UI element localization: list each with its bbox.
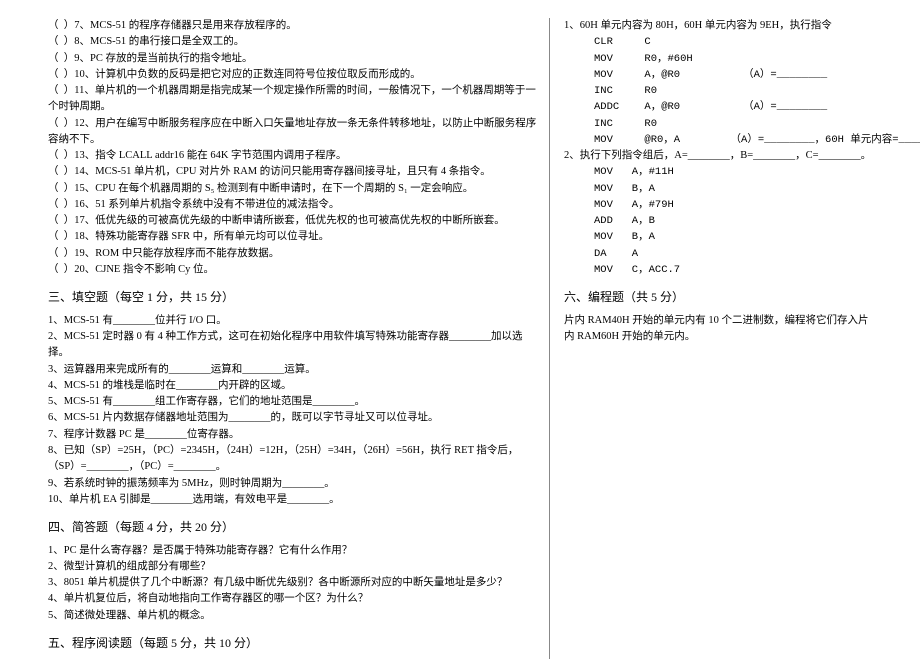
tf-item: （ ）17、低优先级的可被高优先级的中断申请所嵌套，低优先权的也可被高优先权的中…: [48, 213, 539, 229]
fill-item: 1、MCS-51 有________位并行 I/O 口。: [48, 313, 539, 329]
tf-item: （ ）9、PC 存放的是当前执行的指令地址。: [48, 51, 539, 67]
fill-item: 5、MCS-51 有________组工作寄存器，它们的地址范围是_______…: [48, 394, 539, 410]
section-3-title: 三、填空题（每空 1 分，共 15 分）: [48, 288, 539, 307]
fill-item: 6、MCS-51 片内数据存储器地址范围为________的，既可以字节寻址又可…: [48, 410, 539, 426]
tf-item: （ ）10、计算机中负数的反码是把它对应的正数连同符号位按位取反而形成的。: [48, 67, 539, 83]
program-q2-intro: 2、执行下列指令组后，A=________，B=________，C=_____…: [564, 148, 878, 164]
fill-item: 10、单片机 EA 引脚是________选用端，有效电平是________。: [48, 492, 539, 508]
code-line: MOV B，A: [594, 229, 878, 245]
fill-item: 3、运算器用来完成所有的________运算和________运算。: [48, 362, 539, 378]
tf-item: （ ）18、特殊功能寄存器 SFR 中，所有单元均可以位寻址。: [48, 229, 539, 245]
code-line: DA A: [594, 246, 878, 262]
sa-item: 4、单片机复位后，将自动地指向工作寄存器区的哪一个区？为什么？: [48, 591, 539, 607]
code-line: MOV A，#11H: [594, 164, 878, 180]
fill-item: 2、MCS-51 定时器 0 有 4 种工作方式，这可在初始化程序中用软件填写特…: [48, 329, 539, 362]
program-q1-intro: 1、60H 单元内容为 80H，60H 单元内容为 9EH，执行指令: [564, 18, 878, 34]
tf-item: （ ）7、MCS-51 的程序存储器只是用来存放程序的。: [48, 18, 539, 34]
code-line: MOV R0，#60H: [594, 51, 878, 67]
code-line: MOV A，#79H: [594, 197, 878, 213]
fill-blank-list: 1、MCS-51 有________位并行 I/O 口。 2、MCS-51 定时…: [48, 313, 539, 508]
code-line: INC R0: [594, 116, 878, 132]
left-column: （ ）7、MCS-51 的程序存储器只是用来存放程序的。 （ ）8、MCS-51…: [48, 18, 550, 659]
true-false-list: （ ）7、MCS-51 的程序存储器只是用来存放程序的。 （ ）8、MCS-51…: [48, 18, 539, 278]
tf-item: （ ）13、指令 LCALL addr16 能在 64K 字节范围内调用子程序。: [48, 148, 539, 164]
tf-item: （ ）8、MCS-51 的串行接口是全双工的。: [48, 34, 539, 50]
code-line: MOV B，A: [594, 181, 878, 197]
fill-item: 9、若系统时钟的振荡频率为 5MHz，则时钟周期为________。: [48, 476, 539, 492]
fill-item: 7、程序计数器 PC 是________位寄存器。: [48, 427, 539, 443]
tf-item: （ ）11、单片机的一个机器周期是指完成某一个规定操作所需的时间，一般情况下，一…: [48, 83, 539, 116]
tf-item: （ ）15、CPU 在每个机器周期的 S₅ 检测到有中断申请时，在下一个周期的 …: [48, 181, 539, 197]
code-line: ADD A，B: [594, 213, 878, 229]
tf-item: （ ）16、51 系列单片机指令系统中没有不带进位的减法指令。: [48, 197, 539, 213]
programming-question-text: 片内 RAM40H 开始的单元内有 10 个二进制数，编程将它们存入片内 RAM…: [564, 313, 878, 346]
section-4-title: 四、简答题（每题 4 分，共 20 分）: [48, 518, 539, 537]
code-line: INC R0: [594, 83, 878, 99]
code-line: MOV A，@R0 （A）=________: [594, 67, 878, 83]
code-line: MOV @R0，A （A）=________，60H 单元内容=________…: [594, 132, 878, 148]
code-line: MOV C，ACC.7: [594, 262, 878, 278]
fill-item: 8、已知（SP）=25H，（PC）=2345H，（24H）=12H，（25H）=…: [48, 443, 539, 476]
short-answer-list: 1、PC 是什么寄存器？是否属于特殊功能寄存器？它有什么作用？ 2、微型计算机的…: [48, 543, 539, 624]
tf-item: （ ）14、MCS-51 单片机，CPU 对片外 RAM 的访问只能用寄存器间接…: [48, 164, 539, 180]
tf-item: （ ）12、用户在编写中断服务程序应在中断入口矢量地址存放一条无条件转移地址，以…: [48, 116, 539, 149]
sa-item: 1、PC 是什么寄存器？是否属于特殊功能寄存器？它有什么作用？: [48, 543, 539, 559]
fill-item: 4、MCS-51 的堆栈是临时在________内开辟的区域。: [48, 378, 539, 394]
sa-item: 5、简述微处理器、单片机的概念。: [48, 608, 539, 624]
section-6-title: 六、编程题（共 5 分）: [564, 288, 878, 307]
right-column: 1、60H 单元内容为 80H，60H 单元内容为 9EH，执行指令 CLR C…: [550, 18, 890, 659]
code-line: CLR C: [594, 34, 878, 50]
sa-item: 2、微型计算机的组成部分有哪些？: [48, 559, 539, 575]
program-q2-code: MOV A，#11H MOV B，A MOV A，#79H ADD A，B MO…: [594, 164, 878, 278]
code-line: ADDC A，@R0 （A）=________: [594, 99, 878, 115]
tf-item: （ ）19、ROM 中只能存放程序而不能存放数据。: [48, 246, 539, 262]
sa-item: 3、8051 单片机提供了几个中断源？有几级中断优先级别？各中断源所对应的中断矢…: [48, 575, 539, 591]
program-q1-code: CLR C MOV R0，#60H MOV A，@R0 （A）=________…: [594, 34, 878, 148]
tf-item: （ ）20、CJNE 指令不影响 Cy 位。: [48, 262, 539, 278]
